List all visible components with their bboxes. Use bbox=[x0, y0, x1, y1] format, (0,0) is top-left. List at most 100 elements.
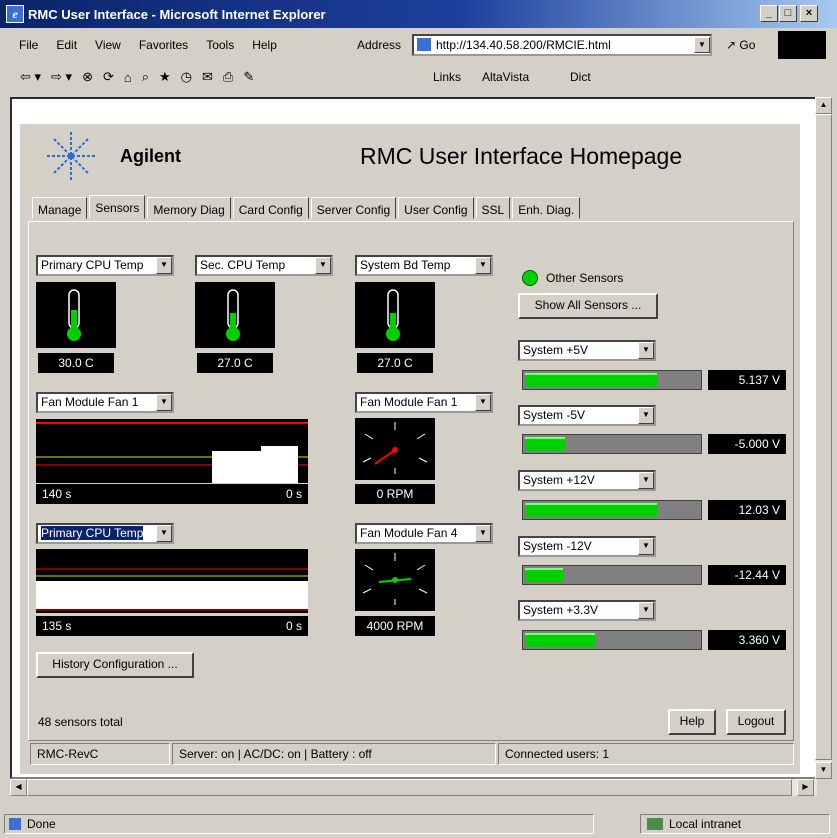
address-value: http://134.40.58.200/RMCIE.html bbox=[436, 38, 611, 52]
tab-card-config[interactable]: Card Config bbox=[232, 197, 309, 219]
temp-select-1[interactable]: Primary CPU Temp ▼ bbox=[36, 255, 174, 276]
tab-server-config[interactable]: Server Config bbox=[310, 197, 397, 219]
menu-tools[interactable]: Tools bbox=[197, 38, 243, 52]
voltage-select-1[interactable]: System +5V ▼ bbox=[518, 340, 656, 361]
intranet-zone-icon bbox=[647, 818, 663, 830]
minimize-button[interactable]: _ bbox=[760, 5, 778, 22]
tab-sensors[interactable]: Sensors bbox=[89, 195, 146, 219]
scroll-up-button[interactable]: ▲ bbox=[815, 97, 832, 114]
fan-gauge-2 bbox=[355, 549, 435, 611]
print-icon[interactable]: ⎙ bbox=[223, 69, 233, 85]
cpu-history-right-label: 0 s bbox=[285, 619, 302, 633]
chevron-down-icon: ▼ bbox=[475, 394, 491, 411]
vertical-scrollbar[interactable]: ▲ ▼ bbox=[815, 97, 832, 779]
tab-enh-diag[interactable]: Enh. Diag. bbox=[512, 197, 581, 219]
cpu-history-select[interactable]: Primary CPU Temp ▼ bbox=[36, 523, 174, 544]
menu-edit[interactable]: Edit bbox=[47, 38, 86, 52]
fan-history-select[interactable]: Fan Module Fan 1 ▼ bbox=[36, 392, 174, 413]
fan-history-left-label: 140 s bbox=[42, 487, 72, 501]
voltage-bar-2 bbox=[522, 434, 702, 454]
voltage-bar-fill bbox=[525, 373, 658, 387]
voltage-value-5: 3.360 V bbox=[708, 630, 786, 650]
status-text-cell: Done bbox=[4, 814, 594, 834]
voltage-bar-fill bbox=[525, 633, 595, 647]
fan-gauge-2-value: 4000 RPM bbox=[355, 616, 435, 636]
voltage-select-4-value: System -12V bbox=[523, 539, 592, 553]
scroll-thumb[interactable] bbox=[815, 114, 832, 760]
address-label: Address bbox=[357, 38, 402, 52]
tab-ssl[interactable]: SSL bbox=[475, 197, 511, 219]
logout-button[interactable]: Logout bbox=[726, 709, 786, 735]
temp-value-3: 27.0 C bbox=[357, 353, 433, 373]
window-title-bar: e RMC User Interface - Microsoft Interne… bbox=[0, 0, 837, 28]
page-done-icon bbox=[9, 818, 21, 830]
temp-select-2[interactable]: Sec. CPU Temp ▼ bbox=[195, 255, 333, 276]
voltage-select-1-value: System +5V bbox=[523, 343, 589, 357]
fan-history-select-value: Fan Module Fan 1 bbox=[41, 395, 139, 409]
thermometer-icon bbox=[195, 282, 275, 348]
hscroll-thumb[interactable] bbox=[27, 779, 792, 796]
refresh-icon[interactable]: ⟳ bbox=[103, 69, 114, 85]
search-icon[interactable]: ⌕ bbox=[142, 69, 149, 85]
thermometer-icon bbox=[36, 282, 116, 348]
cpu-history-axis: 135 s 0 s bbox=[36, 616, 308, 636]
history-icon[interactable]: ◷ bbox=[181, 69, 192, 85]
scroll-right-button[interactable]: ▶ bbox=[797, 779, 814, 796]
fan-gauge-select-2[interactable]: Fan Module Fan 4 ▼ bbox=[355, 523, 493, 544]
menu-view[interactable]: View bbox=[86, 38, 130, 52]
connected-users: Connected users: 1 bbox=[498, 743, 794, 765]
voltage-select-2[interactable]: System -5V ▼ bbox=[518, 405, 656, 426]
page-title: RMC User Interface Homepage bbox=[360, 143, 683, 169]
scroll-down-button[interactable]: ▼ bbox=[815, 762, 832, 779]
zone-cell: Local intranet bbox=[640, 814, 830, 834]
edit-icon[interactable]: ✎ bbox=[243, 69, 254, 85]
tab-manage[interactable]: Manage bbox=[32, 197, 88, 219]
brand-name: Agilent bbox=[120, 146, 181, 166]
chevron-down-icon: ▼ bbox=[156, 257, 172, 274]
cpu-history-select-value: Primary CPU Temp bbox=[41, 526, 144, 540]
voltage-select-4[interactable]: System -12V ▼ bbox=[518, 536, 656, 557]
window-title: RMC User Interface - Microsoft Internet … bbox=[28, 6, 326, 22]
temp-select-3[interactable]: System Bd Temp ▼ bbox=[355, 255, 493, 276]
standard-toolbar: ⇦ ▾ ⇨ ▾ ⊗ ⟳ ⌂ ⌕ ★ ◷ ✉ ⎙ ✎ bbox=[20, 64, 254, 90]
stop-icon[interactable]: ⊗ bbox=[82, 69, 93, 85]
voltage-select-3[interactable]: System +12V ▼ bbox=[518, 470, 656, 491]
voltage-select-5[interactable]: System +3.3V ▼ bbox=[518, 600, 656, 621]
maximize-button[interactable]: □ bbox=[779, 5, 797, 22]
menu-file[interactable]: File bbox=[10, 38, 47, 52]
link-altavista[interactable]: AltaVista bbox=[482, 70, 529, 84]
menu-favorites[interactable]: Favorites bbox=[130, 38, 197, 52]
mail-icon[interactable]: ✉ bbox=[202, 69, 213, 85]
windows-logo-icon bbox=[778, 31, 826, 59]
horizontal-scrollbar[interactable]: ◀ ▶ bbox=[10, 779, 817, 796]
address-dropdown-button[interactable]: ▼ bbox=[694, 37, 710, 53]
voltage-bar-3 bbox=[522, 500, 702, 520]
home-icon[interactable]: ⌂ bbox=[124, 70, 132, 85]
voltage-bar-fill bbox=[525, 568, 564, 582]
back-icon[interactable]: ⇦ ▾ bbox=[20, 69, 41, 85]
close-button[interactable]: × bbox=[800, 5, 818, 22]
fan-history-axis: 140 s 0 s bbox=[36, 484, 308, 504]
favorites-icon[interactable]: ★ bbox=[159, 69, 171, 85]
link-dict[interactable]: Dict bbox=[570, 70, 591, 84]
server-status: Server: on | AC/DC: on | Battery : off bbox=[172, 743, 496, 765]
tab-memory-diag[interactable]: Memory Diag bbox=[147, 197, 231, 219]
chevron-down-icon: ▼ bbox=[638, 472, 654, 489]
help-button[interactable]: Help bbox=[668, 709, 716, 735]
forward-icon[interactable]: ⇨ ▾ bbox=[51, 69, 72, 85]
chevron-down-icon: ▼ bbox=[638, 538, 654, 555]
fan-gauge-1 bbox=[355, 418, 435, 480]
history-configuration-button[interactable]: History Configuration ... bbox=[36, 652, 194, 678]
show-all-sensors-button[interactable]: Show All Sensors ... bbox=[518, 293, 658, 319]
voltage-bar-fill bbox=[525, 503, 658, 517]
go-button[interactable]: ↗ Go bbox=[726, 38, 755, 52]
scroll-left-button[interactable]: ◀ bbox=[10, 779, 27, 796]
voltage-value-1: 5.137 V bbox=[708, 370, 786, 390]
fan-gauge-select-1[interactable]: Fan Module Fan 1 ▼ bbox=[355, 392, 493, 413]
voltage-select-2-value: System -5V bbox=[523, 408, 586, 422]
chevron-down-icon: ▼ bbox=[475, 257, 491, 274]
chevron-down-icon: ▼ bbox=[156, 525, 172, 542]
menu-help[interactable]: Help bbox=[243, 38, 286, 52]
tab-user-config[interactable]: User Config bbox=[398, 197, 474, 219]
address-field[interactable]: http://134.40.58.200/RMCIE.html ▼ bbox=[412, 34, 712, 56]
